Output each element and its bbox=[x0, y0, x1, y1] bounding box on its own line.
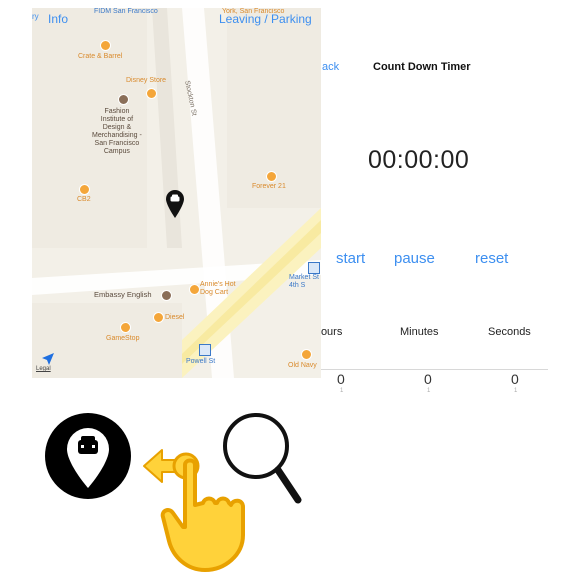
poi-oldnavy-icon[interactable] bbox=[301, 349, 312, 360]
poi-label-oldnavy: Old Navy bbox=[288, 362, 317, 369]
poi-label-annies: Annie's Hot Dog Cart bbox=[200, 281, 236, 296]
transit-label-market: Market St 4th S bbox=[289, 274, 319, 289]
countdown-display: 00:00:00 bbox=[368, 146, 470, 174]
poi-label-york: York, San Francisco bbox=[222, 8, 285, 15]
map-view[interactable]: ry Info Leaving / Parking FIDM San Franc… bbox=[32, 8, 321, 378]
minutes-picker[interactable]: 0 bbox=[424, 371, 432, 387]
poi-disney-icon[interactable] bbox=[146, 88, 157, 99]
seconds-picker-next: 1 bbox=[514, 388, 518, 394]
poi-label-disney: Disney Store bbox=[126, 77, 167, 84]
poi-label-diesel: Diesel bbox=[165, 314, 185, 321]
legal-link[interactable]: Legal bbox=[36, 366, 51, 372]
seconds-picker[interactable]: 0 bbox=[511, 371, 519, 387]
info-button[interactable]: Info bbox=[48, 12, 68, 26]
start-button[interactable]: start bbox=[336, 250, 365, 267]
hours-picker[interactable]: 0 bbox=[337, 371, 345, 387]
poi-embassy-icon[interactable] bbox=[161, 290, 172, 301]
location-arrow-icon[interactable] bbox=[41, 352, 55, 366]
poi-label-crate: Crate & Barrel bbox=[78, 53, 123, 60]
poi-label-fashion: Fashion Institute of Design & Merchandis… bbox=[92, 108, 142, 155]
hours-picker-next: 1 bbox=[340, 388, 344, 394]
parked-car-pin-icon[interactable] bbox=[166, 190, 184, 220]
magnifier-icon bbox=[223, 413, 302, 504]
poi-gamestop-icon[interactable] bbox=[120, 322, 131, 333]
poi-label-embassy: Embassy English bbox=[94, 290, 152, 299]
poi-fashion-icon[interactable] bbox=[118, 94, 129, 105]
seconds-header: Seconds bbox=[488, 326, 531, 338]
poi-diesel-icon[interactable] bbox=[153, 312, 164, 323]
poi-label-cb2: CB2 bbox=[77, 196, 91, 203]
back-button[interactable]: ack bbox=[322, 61, 339, 73]
poi-cb2-icon[interactable] bbox=[79, 184, 90, 195]
transit-label-powell: Powell St bbox=[186, 358, 216, 365]
poi-label-forever21: Forever 21 bbox=[252, 183, 286, 190]
page-title: Count Down Timer bbox=[373, 61, 471, 73]
reset-button[interactable]: reset bbox=[475, 250, 508, 267]
poi-label-gamestop: GameStop bbox=[106, 335, 140, 342]
picker-divider bbox=[321, 369, 548, 370]
parking-pin-icon bbox=[45, 413, 131, 499]
minutes-picker-next: 1 bbox=[427, 388, 431, 394]
transit-market-icon[interactable] bbox=[308, 262, 320, 274]
poi-label-fidm: FIDM San Francisco bbox=[94, 8, 158, 15]
minutes-header: Minutes bbox=[400, 326, 439, 338]
left-edge-text: ry bbox=[32, 12, 39, 21]
poi-annies-icon[interactable] bbox=[189, 284, 200, 295]
transit-powell-icon[interactable] bbox=[199, 344, 211, 356]
poi-crate-icon[interactable] bbox=[100, 40, 111, 51]
pause-button[interactable]: pause bbox=[394, 250, 435, 267]
poi-forever21-icon[interactable] bbox=[266, 171, 277, 182]
